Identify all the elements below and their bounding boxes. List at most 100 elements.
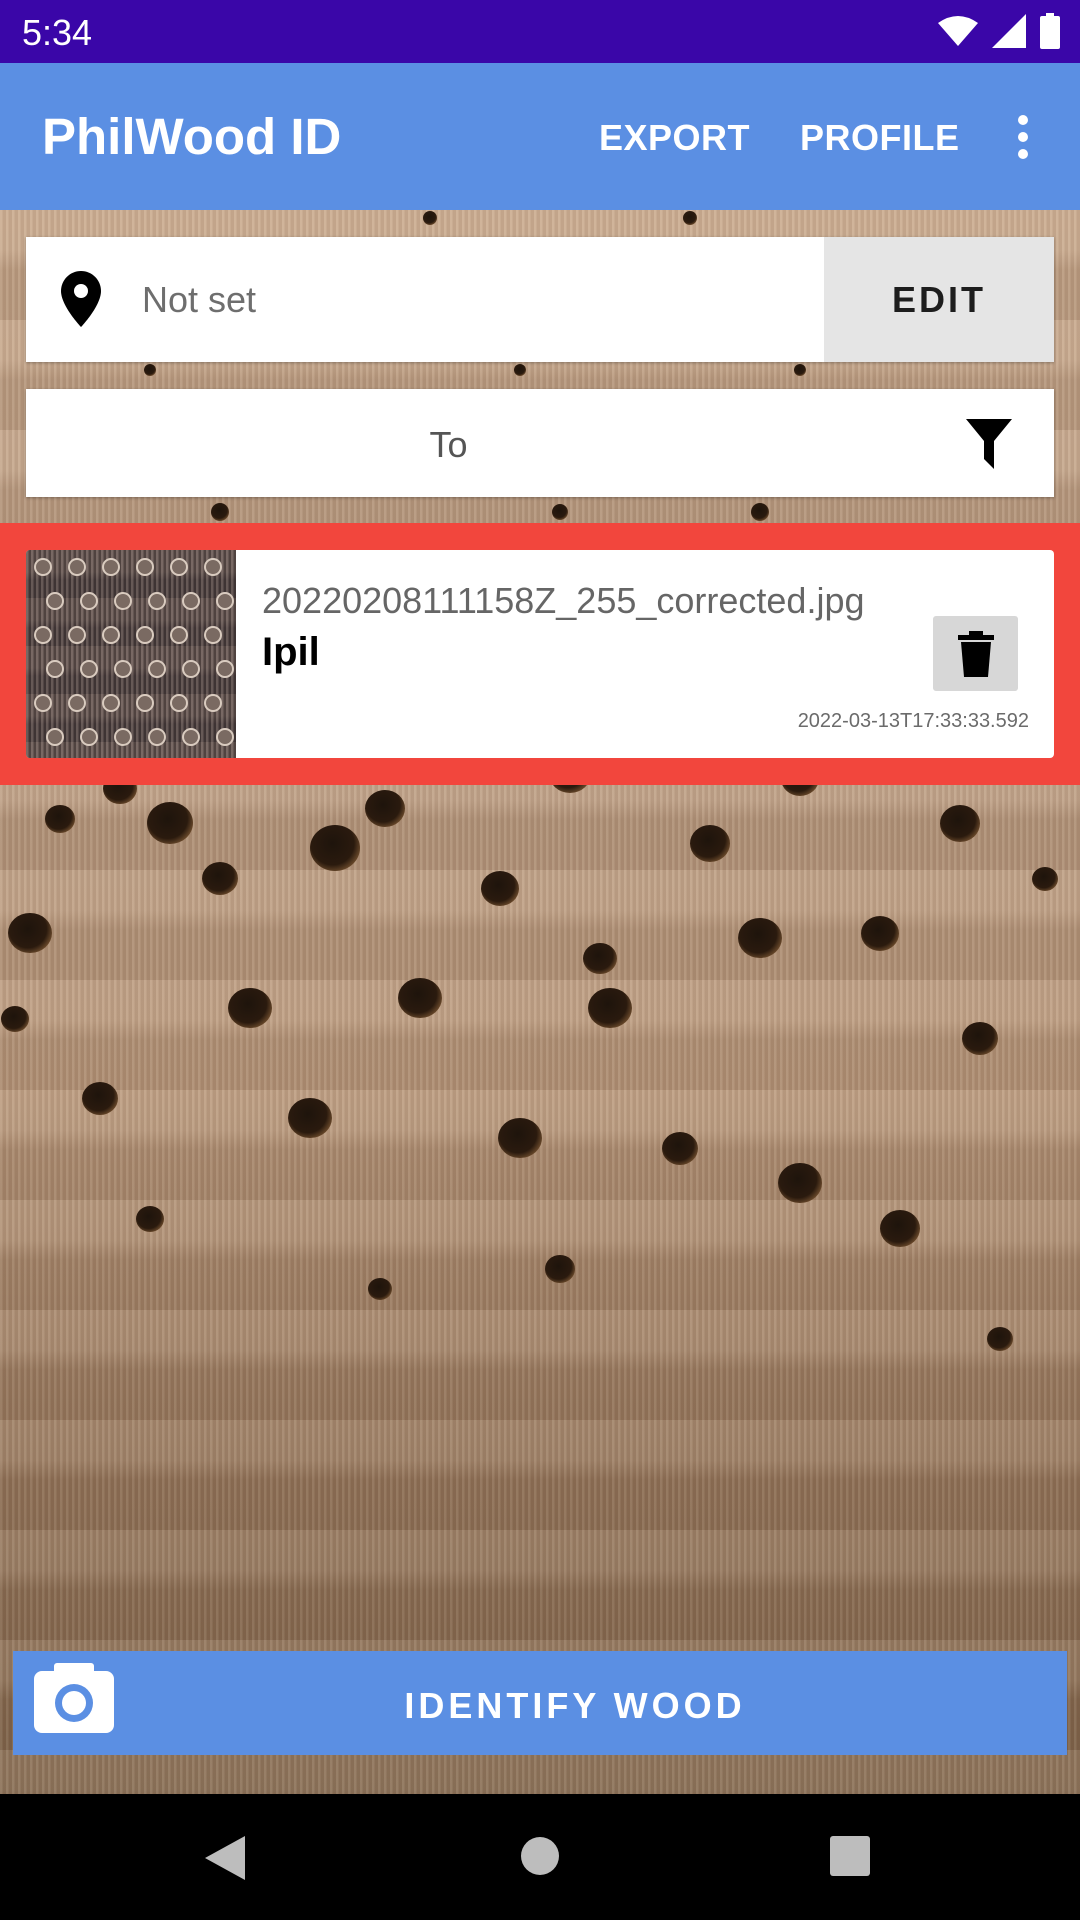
wifi-icon (938, 16, 978, 46)
thumbnail-pore (80, 592, 98, 610)
wood-pore (738, 918, 782, 959)
wood-pore (202, 862, 238, 896)
wood-pore (498, 1118, 542, 1159)
thumbnail-pore (148, 728, 166, 746)
wood-pore (545, 1255, 575, 1283)
wood-pore (861, 916, 899, 951)
thumbnail-pore (80, 728, 98, 746)
edit-location-button[interactable]: EDIT (824, 237, 1054, 362)
thumbnail-pore (182, 592, 200, 610)
thumbnail-pore (148, 592, 166, 610)
home-icon[interactable] (520, 1836, 560, 1876)
thumbnail-pore (170, 626, 188, 644)
wood-pore (481, 871, 519, 906)
thumbnail-pore (216, 728, 234, 746)
wood-pore (583, 943, 617, 975)
wood-pore (8, 913, 52, 954)
wood-pore (136, 1206, 164, 1232)
thumbnail-pore (114, 592, 132, 610)
thumbnail-pore (114, 660, 132, 678)
thumbnail-pore (204, 694, 222, 712)
thumbnail-pore (102, 694, 120, 712)
thumbnail-pore (136, 626, 154, 644)
trash-icon (957, 630, 994, 677)
filter-text: To (429, 424, 468, 465)
wood-pore (1, 1006, 29, 1032)
wood-pore (794, 364, 806, 376)
more-vert-icon[interactable] (1010, 115, 1036, 163)
thumbnail-pore (216, 660, 234, 678)
thumbnail-pore (170, 694, 188, 712)
thumbnail-pore (136, 558, 154, 576)
battery-icon (1040, 13, 1060, 49)
thumbnail-pore (68, 558, 86, 576)
wood-pore (365, 790, 405, 827)
app-title: PhilWood ID (42, 108, 342, 165)
thumbnail-pore (68, 694, 86, 712)
wood-pore (45, 805, 75, 833)
wood-pore (552, 504, 568, 520)
entry-timestamp: 2022-03-13T17:33:33.592 (797, 710, 1029, 732)
filter-icon[interactable] (966, 419, 1012, 469)
status-time: 5:34 (22, 12, 93, 53)
delete-button[interactable] (933, 616, 1018, 691)
location-card: Not set EDIT (26, 237, 1054, 362)
thumbnail-pore (170, 558, 188, 576)
thumbnail-pore (34, 694, 52, 712)
wood-pore (368, 1278, 392, 1301)
wood-pore (398, 978, 442, 1019)
recents-icon[interactable] (830, 1836, 870, 1876)
export-button[interactable]: EXPORT (599, 117, 750, 159)
thumbnail-pore (114, 728, 132, 746)
wood-pore (683, 211, 697, 225)
thumbnail-pore (204, 626, 222, 644)
identify-wood-button[interactable]: IDENTIFY WOOD (13, 1651, 1067, 1755)
wood-pore (147, 802, 193, 845)
wood-pore (662, 1132, 698, 1166)
wood-pore (423, 211, 437, 225)
wood-thumbnail-image (26, 550, 236, 758)
thumbnail-pore (102, 626, 120, 644)
profile-button[interactable]: PROFILE (800, 117, 960, 159)
camera-icon (34, 1663, 114, 1733)
thumbnail-pore (34, 558, 52, 576)
entry-species: Ipil (262, 630, 320, 674)
wood-pore (987, 1327, 1013, 1351)
wood-pore (588, 988, 632, 1029)
wood-pore (1032, 867, 1058, 891)
status-icons (938, 12, 1060, 50)
map-pin-icon (61, 271, 101, 327)
status-bar: 5:34 (0, 0, 1080, 63)
thumbnail-pore (216, 592, 234, 610)
thumbnail-pore (34, 626, 52, 644)
wood-pore (778, 1163, 822, 1204)
thumbnail-pore (148, 660, 166, 678)
wood-pore (880, 1210, 920, 1247)
thumbnail-pore (182, 728, 200, 746)
navigation-bar (0, 1794, 1080, 1920)
wood-pore (962, 1022, 998, 1056)
thumbnail-pore (46, 728, 64, 746)
wood-pore (228, 988, 272, 1029)
location-value: Not set (142, 279, 257, 320)
wood-pore (82, 1082, 118, 1116)
thumbnail-pore (68, 626, 86, 644)
wood-pore (514, 364, 526, 376)
thumbnail-pore (182, 660, 200, 678)
list-item[interactable]: 20220208111158Z_255_corrected.jpg Ipil 2… (26, 550, 1054, 758)
thumbnail-pore (102, 558, 120, 576)
wood-pore (310, 825, 360, 871)
filter-card[interactable]: To (26, 389, 1054, 497)
thumbnail-pore (136, 694, 154, 712)
wood-pore (144, 364, 156, 376)
wood-pore (751, 503, 769, 521)
wood-pore (288, 1098, 332, 1139)
thumbnail-pore (80, 660, 98, 678)
wood-pore (940, 805, 980, 842)
entry-filename: 20220208111158Z_255_corrected.jpg (262, 580, 865, 621)
identify-wood-label: IDENTIFY WOOD (404, 1685, 746, 1726)
thumbnail-pore (46, 592, 64, 610)
back-icon[interactable] (205, 1836, 245, 1880)
cell-signal-icon (992, 14, 1026, 48)
wood-pore (211, 503, 229, 521)
